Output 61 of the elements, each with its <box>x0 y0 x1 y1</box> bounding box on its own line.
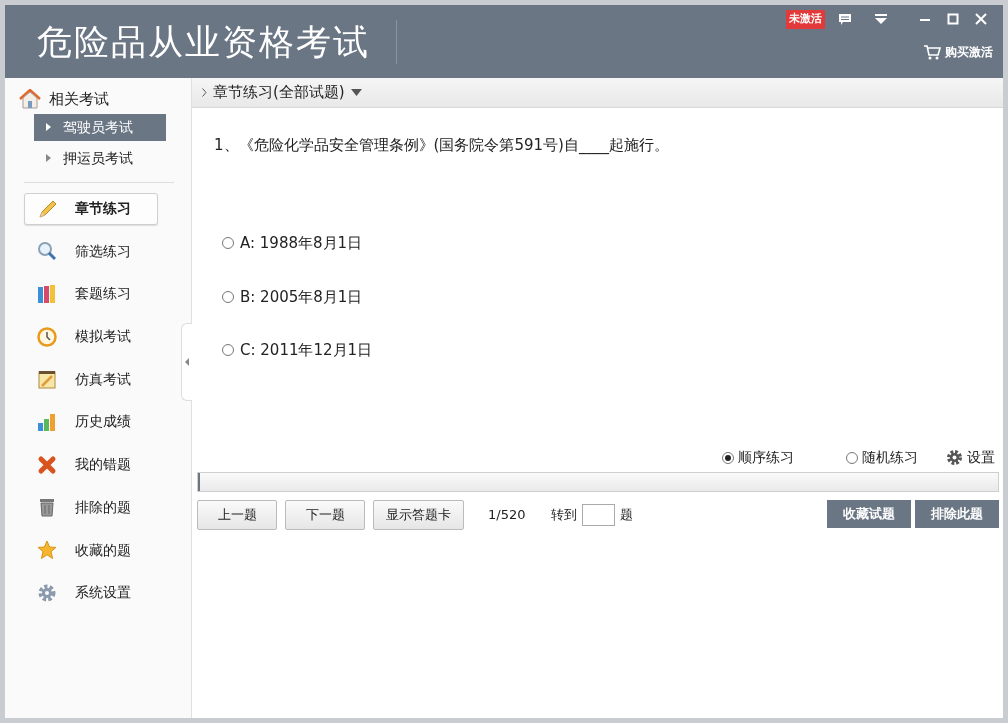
practice-mode-option[interactable]: 顺序练习 <box>722 447 794 468</box>
sidebar-item[interactable]: 仿真考试 <box>24 363 158 396</box>
sidebar-item[interactable]: 我的错题 <box>24 448 158 481</box>
question-counter: 1/520 <box>488 506 526 524</box>
cart-icon <box>923 43 941 60</box>
chapter-dropdown[interactable]: 章节练习(全部试题) <box>213 81 362 104</box>
answer-option[interactable]: C: 2011年12月1日 <box>222 339 1003 362</box>
sidebar-item[interactable]: 章节练习 <box>24 192 158 225</box>
menu-caret-icon <box>874 13 888 26</box>
exam-type-item[interactable]: 押运员考试 <box>34 144 166 172</box>
caret-icon <box>350 89 362 96</box>
search-icon <box>37 241 57 262</box>
house-icon <box>19 89 41 110</box>
goto-suffix: 题 <box>620 506 634 524</box>
message-icon <box>838 12 852 26</box>
next-button[interactable]: 下一题 <box>285 500 365 530</box>
settings-button[interactable]: 设置 <box>946 447 995 468</box>
bar-chart-icon <box>37 411 57 432</box>
sidebar-item[interactable]: 历史成绩 <box>24 405 158 438</box>
clock-icon <box>37 326 57 347</box>
collapse-handle[interactable] <box>181 323 192 401</box>
app-title: 危险品从业资格考试 <box>37 19 397 64</box>
status-badge: 未激活 <box>786 10 825 29</box>
cross-icon <box>37 454 57 475</box>
settings-icon <box>946 449 963 466</box>
question-text: 1、《危险化学品安全管理条例》(国务院令第591号)自____起施行。 <box>213 135 670 157</box>
pencil-icon <box>37 198 57 219</box>
goto-input[interactable] <box>582 504 616 526</box>
caret-icon <box>46 123 51 131</box>
buy-activation-link[interactable]: 购买激活 <box>923 42 993 61</box>
caret-icon <box>185 358 189 366</box>
exclude-button[interactable]: 排除此题 <box>915 500 999 528</box>
trash-icon <box>37 497 57 518</box>
radio-button[interactable] <box>222 290 234 303</box>
radio-button[interactable] <box>722 451 734 464</box>
sidebar-item[interactable]: 系统设置 <box>24 576 158 609</box>
sidebar-item[interactable]: 模拟考试 <box>24 320 158 353</box>
star-icon <box>37 540 57 560</box>
radio-button[interactable] <box>222 237 234 250</box>
close-icon <box>975 13 987 26</box>
group-label: 相关考试 <box>49 89 109 110</box>
sidebar-item[interactable]: 套题练习 <box>24 277 158 310</box>
radio-button[interactable] <box>846 451 858 464</box>
answer-option[interactable]: B: 2005年8月1日 <box>222 285 1003 308</box>
books-icon <box>37 283 57 304</box>
practice-mode-option[interactable]: 随机练习 <box>846 447 918 468</box>
answer-option[interactable]: A: 1988年8月1日 <box>222 232 1003 255</box>
favorite-button[interactable]: 收藏试题 <box>827 500 911 528</box>
sidebar-item[interactable]: 收藏的题 <box>24 534 158 566</box>
gear-icon <box>37 582 57 603</box>
previous-button[interactable]: 上一题 <box>197 500 277 530</box>
caret-icon <box>46 154 51 162</box>
notepad-icon <box>37 369 57 390</box>
exam-type-item[interactable]: 驾驶员考试 <box>34 113 166 141</box>
maximize-icon <box>947 13 959 26</box>
answer-card-button[interactable]: 显示答题卡 <box>373 500 464 530</box>
chevron-icon <box>202 88 207 97</box>
goto-label: 转到 <box>551 506 578 524</box>
radio-button[interactable] <box>222 344 234 357</box>
sidebar-item[interactable]: 筛选练习 <box>24 235 158 268</box>
sidebar-item[interactable]: 排除的题 <box>24 491 158 524</box>
